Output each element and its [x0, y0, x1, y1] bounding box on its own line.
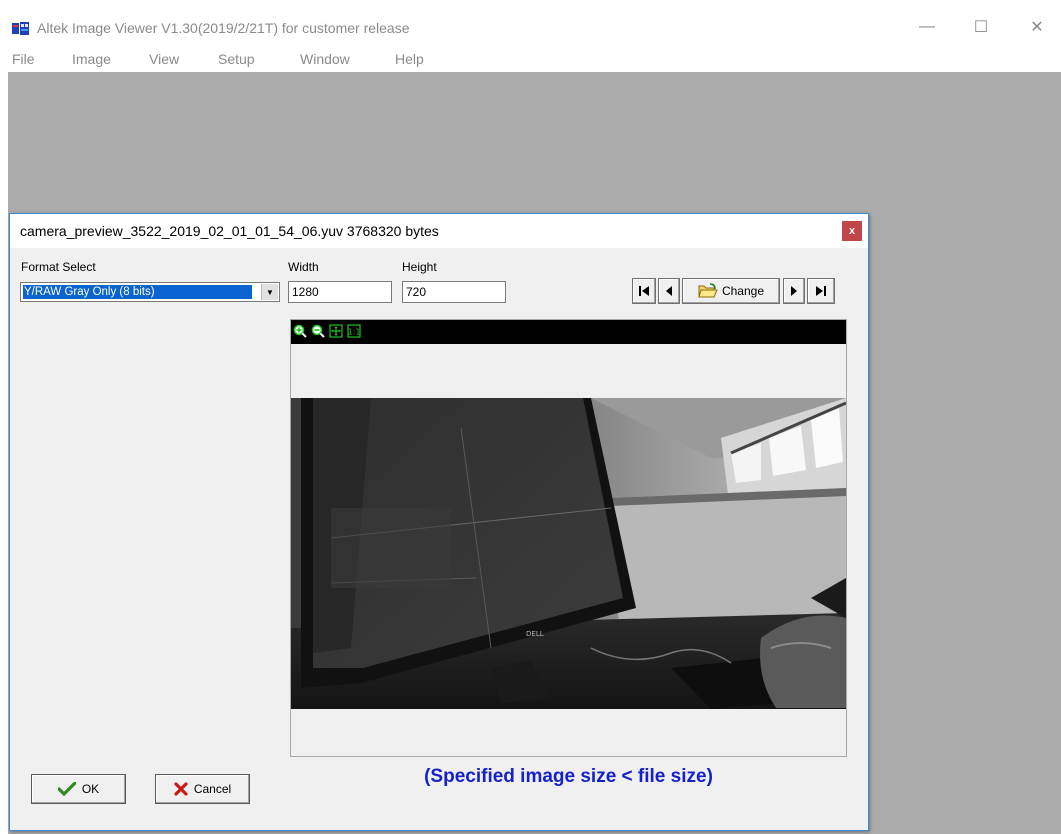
next-image-button[interactable]	[783, 278, 805, 304]
height-input[interactable]	[402, 281, 506, 303]
first-image-button[interactable]	[632, 278, 656, 304]
camera-preview-image: DELL	[291, 398, 846, 709]
previous-image-button[interactable]	[658, 278, 680, 304]
open-folder-icon	[698, 283, 718, 298]
last-icon	[816, 286, 826, 296]
cancel-label: Cancel	[193, 782, 232, 796]
menu-window[interactable]: Window	[300, 51, 350, 67]
image-format-dialog: camera_preview_3522_2019_02_01_01_54_06.…	[9, 213, 869, 831]
maximize-icon: ☐	[973, 19, 989, 36]
width-input[interactable]	[288, 281, 392, 303]
width-label: Width	[288, 260, 319, 274]
menu-help[interactable]: Help	[395, 51, 424, 67]
fit-to-window-icon[interactable]	[329, 324, 343, 338]
zoom-out-icon[interactable]	[311, 324, 325, 338]
dialog-title-bar: camera_preview_3522_2019_02_01_01_54_06.…	[10, 214, 868, 248]
actual-size-label: 1:1	[348, 328, 361, 337]
menu-bar: File Image View Setup Window Help	[0, 46, 1061, 72]
dialog-close-button[interactable]: x	[842, 221, 862, 241]
menu-setup[interactable]: Setup	[218, 51, 255, 67]
next-icon	[791, 286, 797, 296]
format-select-dropdown[interactable]: Y/RAW Gray Only (8 bits) ▼	[20, 282, 280, 302]
close-button[interactable]: ✕	[1014, 8, 1060, 46]
change-label: Change	[721, 284, 765, 298]
minimize-button[interactable]: —	[904, 8, 950, 46]
maximize-button[interactable]: ☐	[958, 8, 1004, 46]
ok-button[interactable]: OK	[31, 774, 126, 804]
minimize-icon: —	[919, 18, 935, 35]
previous-icon	[666, 286, 672, 296]
cancel-button[interactable]: Cancel	[155, 774, 250, 804]
format-selected-value: Y/RAW Gray Only (8 bits)	[22, 284, 253, 300]
height-label: Height	[402, 260, 437, 274]
image-preview-panel: 1:1 DELL	[290, 319, 847, 757]
dialog-title: camera_preview_3522_2019_02_01_01_54_06.…	[20, 223, 439, 239]
window-title: Altek Image Viewer V1.30(2019/2/21T) for…	[37, 20, 410, 36]
format-select-label: Format Select	[21, 260, 96, 274]
last-image-button[interactable]	[807, 278, 835, 304]
status-message: (Specified image size < file size)	[424, 766, 713, 787]
zoom-in-icon[interactable]	[293, 324, 307, 338]
dropdown-arrow-icon[interactable]: ▼	[261, 284, 278, 300]
change-file-button[interactable]: Change	[682, 278, 780, 304]
checkmark-icon	[57, 782, 76, 796]
red-x-icon	[174, 782, 188, 796]
ok-label: OK	[81, 782, 100, 796]
title-bar: Altek Image Viewer V1.30(2019/2/21T) for…	[0, 8, 1061, 46]
menu-file[interactable]: File	[12, 51, 35, 67]
actual-size-icon[interactable]: 1:1	[347, 324, 361, 338]
close-icon: x	[848, 225, 856, 237]
svg-text:DELL: DELL	[526, 630, 544, 638]
app-icon	[12, 22, 29, 35]
first-icon	[639, 286, 649, 296]
menu-image[interactable]: Image	[72, 51, 111, 67]
close-icon: ✕	[1030, 19, 1044, 36]
menu-view[interactable]: View	[149, 51, 179, 67]
zoom-toolbar: 1:1	[291, 320, 846, 344]
